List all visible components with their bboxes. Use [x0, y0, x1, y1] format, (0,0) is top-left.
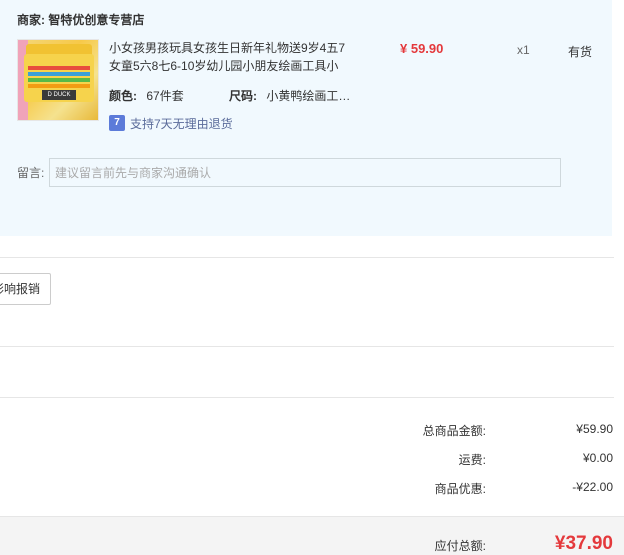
return-policy-text: 支持7天无理由退货: [130, 116, 233, 131]
size-label: 尺码:: [229, 89, 257, 103]
merchant-name[interactable]: 商家: 智特优创意专营店: [17, 11, 144, 28]
color-value: 67件套: [146, 89, 184, 103]
size-value: 小黄鸭绘画工…: [266, 89, 351, 103]
payable-label: 应付总额:: [434, 539, 486, 553]
section-divider: [0, 257, 614, 258]
goods-total-value: ¥59.90: [576, 422, 613, 436]
merchant-store-name[interactable]: 智特优创意专营店: [48, 13, 144, 27]
payable-value: ¥37.90: [554, 533, 613, 554]
goods-total-label: 总商品金额:: [422, 424, 486, 438]
color-label: 颜色:: [109, 89, 137, 103]
product-quantity: x1: [517, 43, 530, 57]
merchant-label: 商家:: [17, 13, 45, 27]
seven-day-return-icon: 7: [109, 115, 125, 131]
shipping-value: ¥0.00: [582, 451, 613, 465]
product-color-attr: 颜色: 67件套: [109, 87, 184, 104]
product-size-attr: 尺码: 小黄鸭绘画工…: [229, 87, 350, 104]
order-item-panel: 商家: 智特优创意专营店 D DUCK 小女孩男孩玩具女孩生日新年礼物送9岁4五…: [0, 0, 612, 236]
payable-total-bar: 应付总额: ¥37.90: [0, 516, 624, 555]
discount-value: -¥22.00: [572, 480, 613, 494]
remark-input[interactable]: [49, 158, 561, 187]
section-divider: [0, 397, 614, 398]
return-policy-badge[interactable]: 7 支持7天无理由退货: [109, 114, 233, 132]
goods-total-row: 总商品金额: ¥59.90: [0, 422, 624, 442]
product-image[interactable]: D DUCK: [17, 39, 99, 121]
discount-row: 商品优惠: -¥22.00: [0, 480, 624, 500]
product-price: ¥ 59.90: [400, 41, 444, 56]
product-image-tag: D DUCK: [42, 90, 76, 100]
product-title[interactable]: 小女孩男孩玩具女孩生日新年礼物送9岁4五7女童5六8七6-10岁幼儿园小朋友绘画…: [109, 39, 349, 75]
section-divider: [0, 346, 614, 347]
remark-label: 留言:: [17, 166, 45, 180]
shipping-label: 运费:: [458, 453, 486, 467]
discount-label: 商品优惠:: [434, 482, 486, 496]
expense-report-button[interactable]: 影响报销: [0, 273, 51, 305]
stock-status: 有货: [568, 45, 593, 59]
shipping-row: 运费: ¥0.00: [0, 451, 624, 471]
